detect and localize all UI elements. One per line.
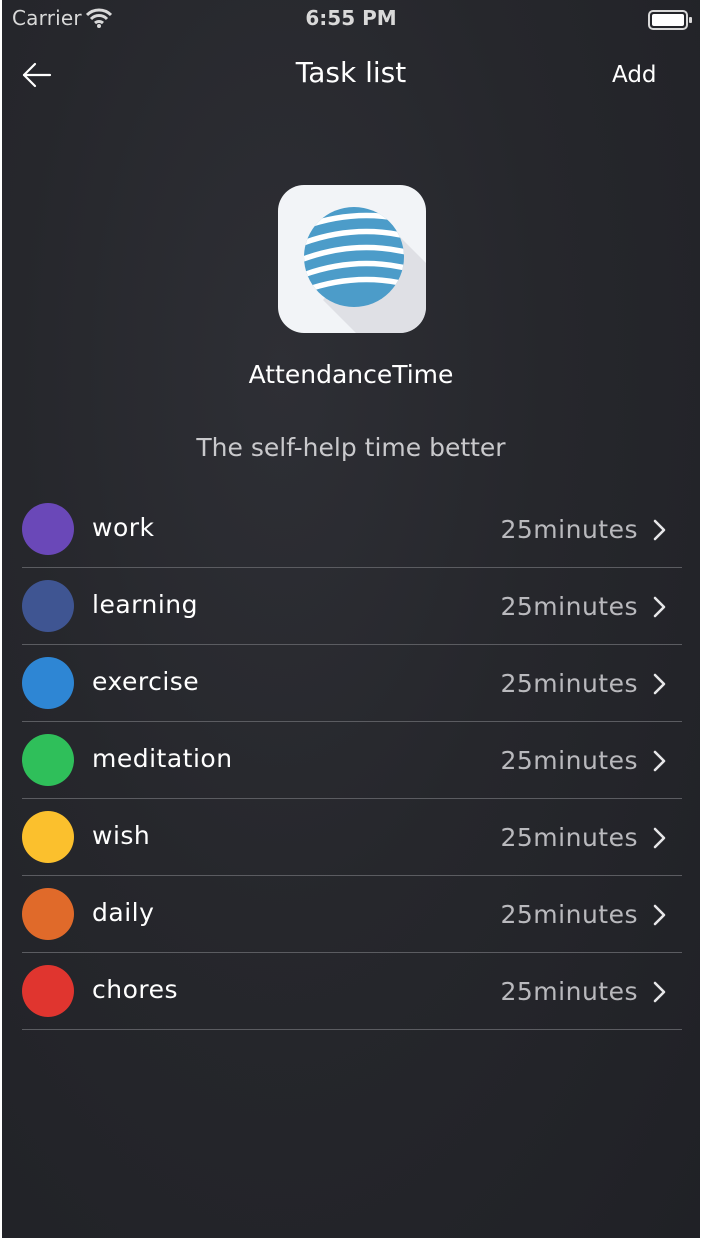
- task-duration: 25minutes: [500, 669, 638, 698]
- app-tagline: The self-help time better: [196, 433, 506, 462]
- task-label: exercise: [92, 667, 200, 696]
- chevron-right-icon: [652, 903, 668, 927]
- chevron-right-icon: [652, 518, 668, 542]
- battery-icon: [648, 10, 694, 30]
- task-label: chores: [92, 975, 179, 1004]
- task-label: wish: [92, 821, 151, 850]
- chevron-right-icon: [652, 826, 668, 850]
- task-duration: 25minutes: [500, 977, 638, 1006]
- status-time: 6:55 PM: [305, 6, 397, 30]
- chevron-right-icon: [652, 749, 668, 773]
- task-label: learning: [92, 590, 198, 619]
- task-label: daily: [92, 898, 155, 927]
- task-row-meditation[interactable]: meditation 25minutes: [22, 722, 682, 799]
- task-label: work: [92, 513, 155, 542]
- page-title: Task list: [295, 56, 407, 89]
- task-duration: 25minutes: [500, 515, 638, 544]
- task-label: meditation: [92, 744, 233, 773]
- chevron-right-icon: [652, 980, 668, 1004]
- task-duration: 25minutes: [500, 900, 638, 929]
- task-color-dot: [22, 965, 74, 1017]
- task-color-dot: [22, 657, 74, 709]
- task-color-dot: [22, 580, 74, 632]
- task-color-dot: [22, 811, 74, 863]
- task-duration: 25minutes: [500, 746, 638, 775]
- task-list: work 25minutes learning 25minutes exerci…: [22, 491, 682, 1030]
- add-button[interactable]: Add: [612, 58, 690, 92]
- task-duration: 25minutes: [500, 823, 638, 852]
- chevron-right-icon: [652, 672, 668, 696]
- task-duration: 25minutes: [500, 592, 638, 621]
- task-row-exercise[interactable]: exercise 25minutes: [22, 645, 682, 722]
- app-name: AttendanceTime: [248, 360, 454, 389]
- task-color-dot: [22, 888, 74, 940]
- task-row-daily[interactable]: daily 25minutes: [22, 876, 682, 953]
- task-list-screen: Carrier 6:55 PM Task list Add Attendance…: [2, 0, 700, 1238]
- task-row-work[interactable]: work 25minutes: [22, 491, 682, 568]
- task-row-chores[interactable]: chores 25minutes: [22, 953, 682, 1030]
- task-row-learning[interactable]: learning 25minutes: [22, 568, 682, 645]
- task-color-dot: [22, 734, 74, 786]
- task-color-dot: [22, 503, 74, 555]
- task-row-wish[interactable]: wish 25minutes: [22, 799, 682, 876]
- chevron-right-icon: [652, 595, 668, 619]
- status-bar: Carrier 6:55 PM: [2, 0, 700, 40]
- globe-logo-icon: [278, 185, 426, 333]
